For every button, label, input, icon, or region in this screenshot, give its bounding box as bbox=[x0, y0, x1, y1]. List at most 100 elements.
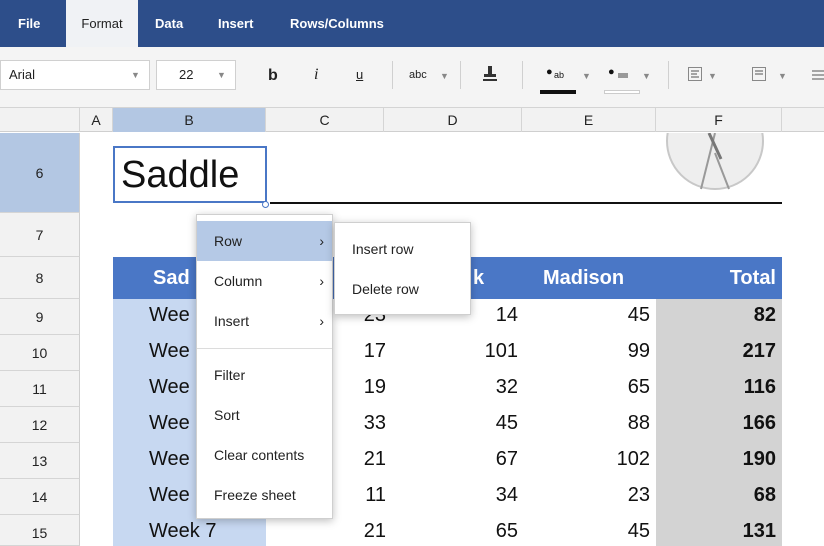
menu-data[interactable]: Data bbox=[155, 0, 183, 47]
bold-button[interactable]: b bbox=[268, 67, 278, 85]
toolbar-divider bbox=[392, 61, 393, 89]
fill-handle-dot bbox=[262, 201, 269, 208]
row-header-11[interactable]: 11 bbox=[0, 371, 80, 407]
submenu-insert-row[interactable]: Insert row bbox=[335, 229, 470, 269]
chevron-right-icon: › bbox=[319, 273, 324, 289]
cell-d[interactable]: 34 bbox=[384, 484, 518, 507]
cell-total[interactable]: 82 bbox=[656, 304, 776, 327]
row-header-6[interactable]: 6 bbox=[0, 133, 80, 213]
context-menu-clear-contents[interactable]: Clear contents bbox=[197, 435, 332, 475]
fill-color-swatch bbox=[604, 90, 640, 94]
row-header-12[interactable]: 12 bbox=[0, 407, 80, 443]
cell-total[interactable]: 116 bbox=[656, 376, 776, 399]
cell-d[interactable]: 65 bbox=[384, 520, 518, 543]
vertical-align-icon[interactable] bbox=[752, 67, 766, 81]
row-header-14[interactable]: 14 bbox=[0, 479, 80, 515]
menu-insert[interactable]: Insert bbox=[218, 0, 253, 47]
column-header-e[interactable]: E bbox=[522, 108, 656, 132]
context-menu-row[interactable]: Row › bbox=[197, 221, 332, 261]
chevron-down-icon: ▼ bbox=[582, 71, 591, 81]
context-menu-column[interactable]: Column › bbox=[197, 261, 332, 301]
submenu-delete-row[interactable]: Delete row bbox=[335, 269, 470, 309]
context-menu-sort[interactable]: Sort bbox=[197, 395, 332, 435]
cell-total[interactable]: 131 bbox=[656, 520, 776, 543]
cell-e[interactable]: 45 bbox=[522, 520, 650, 543]
header-cell-f[interactable]: Total bbox=[656, 257, 776, 299]
cell-label[interactable]: Week 7 bbox=[149, 520, 216, 543]
chevron-down-icon: ▼ bbox=[708, 71, 717, 81]
drop-icon: ● bbox=[546, 66, 553, 78]
cell-e[interactable]: 45 bbox=[522, 304, 650, 327]
selected-cell-b6[interactable]: Saddle bbox=[113, 146, 267, 203]
cell-d[interactable]: 32 bbox=[384, 376, 518, 399]
cell-d[interactable]: 67 bbox=[384, 448, 518, 471]
toolbar-divider bbox=[460, 61, 461, 89]
menu-rows-columns[interactable]: Rows/Columns bbox=[290, 0, 384, 47]
clear-format-icon[interactable] bbox=[482, 65, 498, 83]
menu-file[interactable]: File bbox=[18, 0, 40, 47]
column-header-d[interactable]: D bbox=[384, 108, 522, 132]
cell-label[interactable]: Wee bbox=[149, 376, 190, 399]
cell-total[interactable]: 190 bbox=[656, 448, 776, 471]
row-header-7[interactable]: 7 bbox=[0, 213, 80, 257]
cell-e[interactable]: 102 bbox=[522, 448, 650, 471]
cell-d[interactable]: 45 bbox=[384, 412, 518, 435]
header-cell-d[interactable]: k bbox=[473, 257, 484, 299]
format-toolbar: Arial ▼ 22 ▼ b i u abc ▼ ● ab ▼ ● ▼ ▼ ▼ bbox=[0, 47, 824, 108]
text-color-button[interactable]: ● ab bbox=[540, 65, 576, 95]
cell-total[interactable]: 166 bbox=[656, 412, 776, 435]
cell-e[interactable]: 88 bbox=[522, 412, 650, 435]
toolbar-divider bbox=[668, 61, 669, 89]
column-header-bar: A B C D E F bbox=[0, 108, 824, 132]
cell-total[interactable]: 217 bbox=[656, 340, 776, 363]
drop-icon: ● bbox=[608, 66, 615, 78]
menu-format[interactable]: Format bbox=[66, 0, 138, 47]
font-name-value: Arial bbox=[9, 67, 36, 82]
header-cell-b[interactable]: Sad bbox=[153, 257, 190, 299]
cell-e[interactable]: 99 bbox=[522, 340, 650, 363]
cell-label[interactable]: Wee bbox=[149, 340, 190, 363]
corner-cell[interactable] bbox=[0, 108, 80, 132]
underline-button[interactable]: u bbox=[356, 67, 363, 82]
row-header-8[interactable]: 8 bbox=[0, 257, 80, 299]
header-cell-e[interactable]: Madison bbox=[543, 257, 624, 299]
context-menu-freeze-sheet[interactable]: Freeze sheet bbox=[197, 475, 332, 515]
horizontal-align-icon[interactable] bbox=[688, 67, 702, 81]
wrap-text-icon[interactable] bbox=[812, 69, 824, 81]
text-color-swatch bbox=[540, 90, 576, 94]
title-underline bbox=[270, 202, 782, 204]
context-menu-filter[interactable]: Filter bbox=[197, 355, 332, 395]
column-header-b[interactable]: B bbox=[113, 108, 266, 132]
column-header-f[interactable]: F bbox=[656, 108, 782, 132]
cell-d[interactable]: 101 bbox=[384, 340, 518, 363]
menu-bar: File Format Data Insert Rows/Columns bbox=[0, 0, 824, 47]
text-color-label: ab bbox=[554, 70, 565, 80]
chevron-down-icon: ▼ bbox=[778, 71, 787, 81]
font-size-select[interactable]: 22 ▼ bbox=[156, 60, 236, 90]
bike-image[interactable] bbox=[665, 133, 765, 193]
cell-c[interactable]: 21 bbox=[266, 520, 386, 543]
row-header-15[interactable]: 15 bbox=[0, 515, 80, 546]
context-menu: Row › Column › Insert › Filter Sort Clea… bbox=[196, 214, 333, 519]
context-menu-insert[interactable]: Insert › bbox=[197, 301, 332, 341]
font-name-select[interactable]: Arial ▼ bbox=[0, 60, 150, 90]
column-header-a[interactable]: A bbox=[80, 108, 113, 132]
cell-e[interactable]: 23 bbox=[522, 484, 650, 507]
column-header-c[interactable]: C bbox=[266, 108, 384, 132]
strikethrough-button[interactable]: abc bbox=[409, 69, 427, 81]
column-header-g[interactable] bbox=[782, 108, 824, 132]
fill-swatch-icon bbox=[618, 73, 628, 78]
cell-e[interactable]: 65 bbox=[522, 376, 650, 399]
row-header-9[interactable]: 9 bbox=[0, 299, 80, 335]
italic-button[interactable]: i bbox=[314, 66, 318, 84]
cell-label[interactable]: Wee bbox=[149, 448, 190, 471]
cell-label[interactable]: Wee bbox=[149, 484, 190, 507]
sheet-title: Saddle bbox=[121, 154, 240, 196]
cell-label[interactable]: Wee bbox=[149, 304, 190, 327]
row-header-10[interactable]: 10 bbox=[0, 335, 80, 371]
cell-total[interactable]: 68 bbox=[656, 484, 776, 507]
context-menu-label: Insert bbox=[214, 313, 250, 329]
row-header-13[interactable]: 13 bbox=[0, 443, 80, 479]
fill-color-button[interactable]: ● bbox=[604, 65, 640, 95]
cell-label[interactable]: Wee bbox=[149, 412, 190, 435]
